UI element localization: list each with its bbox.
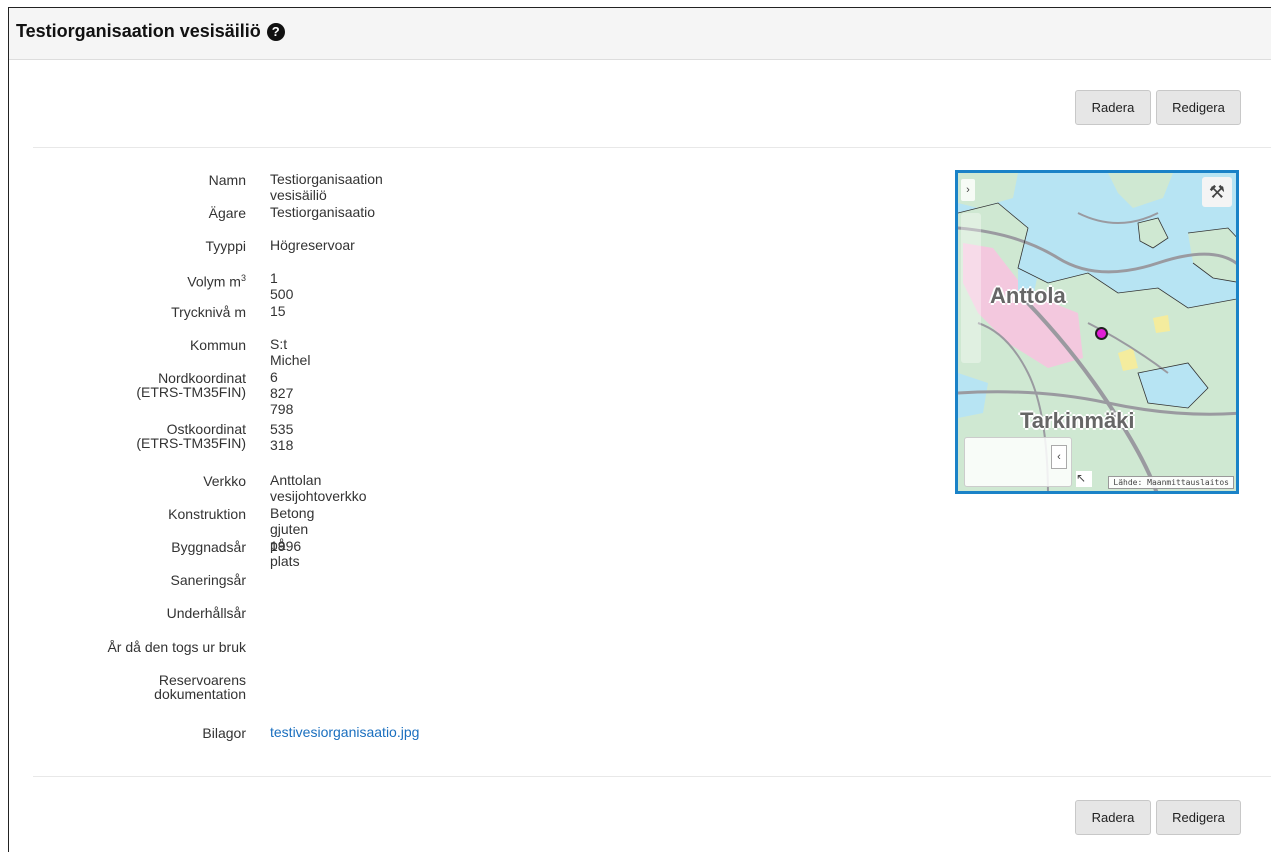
- detail-label: Ostkoordinat (ETRS-TM35FIN): [9, 422, 246, 450]
- location-map[interactable]: › ⚒ Anttola Tarkinmäki ‹ ↖ Lähde: Maanmi…: [955, 170, 1239, 494]
- map-place-label: Anttola: [990, 283, 1066, 308]
- attachment-link[interactable]: testivesiorganisaatio.jpg: [270, 724, 419, 740]
- panel-heading: Testiorganisaation vesisäiliö ?: [9, 8, 1271, 60]
- detail-label-line1: Reservoarens: [158, 672, 246, 688]
- detail-label-line2: (ETRS-TM35FIN): [136, 384, 246, 400]
- detail-value: 535 318: [270, 421, 294, 453]
- map-expand-chevron-icon[interactable]: ›: [961, 179, 975, 201]
- detail-label: Konstruktion: [168, 506, 246, 522]
- detail-label: Kommun: [189, 337, 246, 353]
- detail-value: Anttolan vesijohtoverkko: [270, 472, 367, 504]
- detail-label: Namn: [208, 172, 246, 188]
- detail-value: 15: [270, 303, 286, 319]
- delete-button-bottom[interactable]: Radera: [1075, 800, 1151, 835]
- map-attribution: Lähde: Maanmittauslaitos: [1108, 476, 1234, 489]
- detail-label: Trycknivå m: [171, 304, 246, 320]
- detail-label: Verkko: [203, 473, 246, 489]
- map-zoom-bar[interactable]: [961, 213, 981, 363]
- detail-value: Testiorganisaation vesisäiliö: [270, 171, 383, 203]
- page-title: Testiorganisaation vesisäiliö ?: [16, 21, 285, 42]
- detail-value: 1 500: [270, 270, 294, 302]
- detail-label: Bilagor: [202, 725, 246, 741]
- detail-label-line1: Ostkoordinat: [166, 421, 246, 437]
- detail-label: Nordkoordinat (ETRS-TM35FIN): [9, 371, 246, 399]
- detail-value: Betong gjuten på plats: [270, 505, 315, 569]
- detail-label: Underhållsår: [166, 605, 246, 621]
- detail-label: Byggnadsår: [171, 539, 246, 555]
- detail-label-line2: (ETRS-TM35FIN): [136, 435, 246, 451]
- edit-button-top[interactable]: Redigera: [1156, 90, 1241, 125]
- detail-label: År då den togs ur bruk: [107, 639, 246, 655]
- detail-label-line1: Nordkoordinat: [158, 370, 246, 386]
- delete-button-top[interactable]: Radera: [1075, 90, 1151, 125]
- panel-body: Radera Redigera Namn Testiorganisaation …: [9, 60, 1271, 852]
- question-circle-icon[interactable]: ?: [266, 22, 285, 41]
- detail-value: Testiorganisaatio: [270, 204, 376, 220]
- detail-label-line2: dokumentation: [154, 686, 246, 702]
- detail-label: Reservoarens dokumentation: [9, 673, 246, 701]
- detail-value: 1996: [270, 538, 302, 554]
- detail-label: Volym m3: [9, 271, 246, 289]
- map-place-label: Tarkinmäki: [1020, 408, 1135, 433]
- detail-label: Ägare: [208, 205, 246, 221]
- volume-label-sup: 3: [240, 273, 246, 283]
- detail-label: Saneringsår: [170, 572, 247, 588]
- detail-value: Högreservoar: [270, 237, 355, 253]
- divider-bottom: [33, 776, 1271, 777]
- divider-top: [33, 147, 1271, 148]
- arrow-up-left-icon[interactable]: ↖: [1076, 471, 1092, 487]
- tools-icon[interactable]: ⚒: [1202, 177, 1232, 207]
- detail-value: 6 827 798: [270, 369, 294, 417]
- detail-value: S:t Michel: [270, 336, 311, 368]
- detail-label: Tyyppi: [205, 238, 246, 254]
- overview-toggle-chevron-icon[interactable]: ‹: [1051, 445, 1067, 469]
- page-title-text: Testiorganisaation vesisäiliö: [16, 21, 261, 41]
- edit-button-bottom[interactable]: Redigera: [1156, 800, 1241, 835]
- location-marker[interactable]: [1095, 327, 1108, 340]
- detail-value: testivesiorganisaatio.jpg: [270, 724, 419, 740]
- volume-label-text: Volym m: [187, 273, 241, 290]
